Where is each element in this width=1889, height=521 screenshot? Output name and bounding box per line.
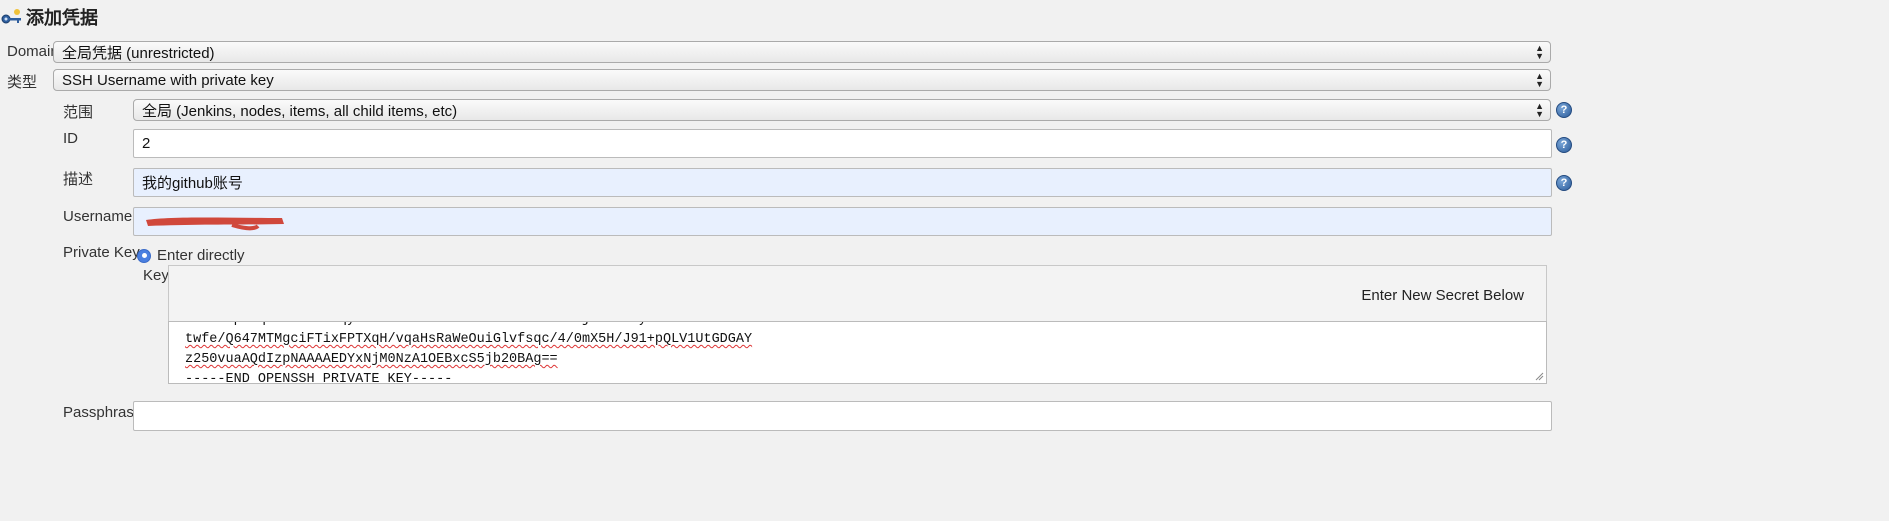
redaction-mark (146, 217, 284, 230)
username-label: Username (63, 208, 133, 225)
private-key-textarea[interactable]: fb5911pbwqEzGoOGC9vqyOfs4oOBbaMLhf77vdNK… (168, 321, 1547, 384)
select-arrow-icon: ▲ ▼ (1535, 71, 1544, 89)
domain-value: 全局凭据 (unrestricted) (62, 44, 215, 62)
domain-select[interactable]: 全局凭据 (unrestricted) ▲ ▼ (53, 41, 1551, 63)
username-input[interactable] (133, 207, 1552, 236)
key-line: z250vuaAQdIzpNAAAAEDYxNjM0NzA1OEBxcS5jb2… (185, 352, 558, 367)
description-help-icon[interactable]: ? (1556, 175, 1572, 191)
key-secret-panel: Enter New Secret Below (168, 265, 1547, 322)
passphrase-label: Passphrase (63, 404, 143, 421)
scope-help-icon[interactable]: ? (1556, 102, 1572, 118)
description-label: 描述 (63, 171, 94, 188)
enter-directly-label: Enter directly (157, 247, 245, 264)
id-input[interactable]: 2 (133, 129, 1552, 158)
resize-handle-icon[interactable] (1534, 371, 1544, 381)
domain-label: Domain (7, 43, 59, 60)
passphrase-input[interactable] (133, 401, 1552, 431)
key-line: -----END OPENSSH PRIVATE KEY----- (185, 372, 453, 384)
scope-value: 全局 (Jenkins, nodes, items, all child ite… (142, 102, 458, 120)
enter-new-secret-button[interactable]: Enter New Secret Below (1361, 287, 1524, 304)
select-arrow-icon: ▲ ▼ (1535, 43, 1544, 61)
key-label: Key (143, 267, 169, 284)
credentials-key-icon (0, 6, 22, 28)
enter-directly-option[interactable]: Enter directly (137, 247, 245, 264)
id-help-icon[interactable]: ? (1556, 137, 1572, 153)
id-label: ID (63, 130, 78, 147)
enter-directly-radio[interactable] (137, 248, 151, 263)
kind-label: 类型 (7, 74, 38, 91)
kind-value: SSH Username with private key (62, 71, 274, 89)
page-title: 添加凭据 (26, 8, 98, 28)
private-key-label: Private Key (63, 244, 140, 261)
key-line: twfe/Q647MTMgciFTixFPTXqH/vqaHsRaWeOuiGl… (185, 332, 753, 347)
page-header: 添加凭据 (0, 2, 98, 32)
key-line: fb5911pbwqEzGoOGC9vqyOfs4oOBbaMLhf77vdNK… (169, 322, 1546, 330)
kind-select[interactable]: SSH Username with private key ▲ ▼ (53, 69, 1551, 91)
scope-select[interactable]: 全局 (Jenkins, nodes, items, all child ite… (133, 99, 1551, 121)
select-arrow-icon: ▲ ▼ (1535, 101, 1544, 119)
description-input[interactable]: 我的github账号 (133, 168, 1552, 197)
scope-label: 范围 (63, 104, 94, 121)
